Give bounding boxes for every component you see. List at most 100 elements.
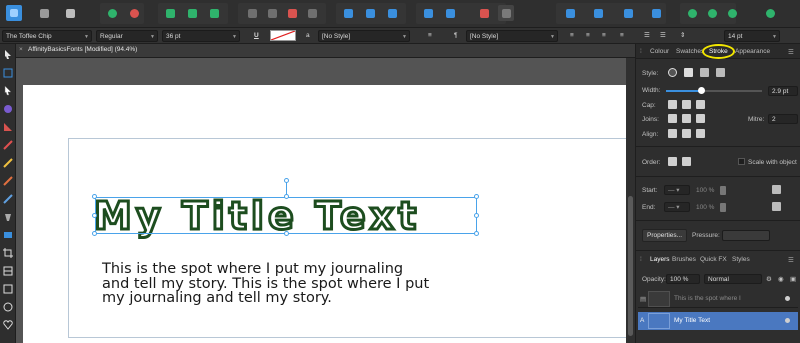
document-tab[interactable]: × AffinityBasicsFonts [Modified] (94.4%) <box>16 44 635 58</box>
resize-handle[interactable] <box>474 231 479 236</box>
resize-handle[interactable] <box>92 231 97 236</box>
leading-field[interactable]: 14 pt ▼ <box>724 30 780 42</box>
align-right-icon[interactable]: ≡ <box>602 30 606 42</box>
boolean-icon[interactable] <box>244 5 260 21</box>
pin-icon[interactable] <box>362 5 378 21</box>
rectangle-tool-icon[interactable] <box>3 284 13 294</box>
move-tool-icon[interactable] <box>3 50 13 60</box>
no-stroke-icon[interactable] <box>668 68 677 77</box>
gear-icon[interactable]: ⚙ <box>766 275 772 283</box>
align-center-stroke-icon[interactable] <box>668 129 677 138</box>
opacity-field[interactable]: 100 % <box>666 274 700 284</box>
layer-visibility-icon[interactable]: ◉ <box>778 275 784 283</box>
width-field[interactable]: 2.9 pt <box>768 86 798 96</box>
ungroup-icon[interactable] <box>442 5 458 21</box>
close-tab-icon[interactable]: × <box>19 46 23 53</box>
align-icon[interactable] <box>184 5 200 21</box>
comment-icon[interactable] <box>724 5 740 21</box>
transform-icon[interactable] <box>162 5 178 21</box>
pen-tool-icon[interactable] <box>3 104 13 114</box>
comment-icon[interactable] <box>684 5 700 21</box>
resize-handle[interactable] <box>92 213 97 218</box>
tab-quick-fx[interactable]: Quick FX <box>700 256 727 263</box>
pencil-tool-icon[interactable] <box>3 158 13 168</box>
table-icon[interactable] <box>304 5 320 21</box>
vertical-scrollbar[interactable] <box>626 58 635 343</box>
mitre-join-icon[interactable] <box>668 114 677 123</box>
table-tool-icon[interactable] <box>3 266 13 276</box>
round-cap-icon[interactable] <box>682 100 691 109</box>
character-style-select[interactable]: [No Style] ▼ <box>318 30 410 42</box>
object-icon[interactable] <box>562 5 578 21</box>
heart-shape-icon[interactable] <box>3 320 13 330</box>
node-tool-icon[interactable] <box>3 86 13 96</box>
end-arrowhead-select[interactable]: — ▾ <box>664 202 690 212</box>
panel-menu-icon[interactable]: ☰ <box>788 48 794 56</box>
fill-bucket-icon[interactable] <box>3 212 13 222</box>
affinity-publisher-logo[interactable] <box>6 5 22 21</box>
justify-icon[interactable]: ≡ <box>620 30 624 42</box>
object-icon[interactable] <box>648 5 664 21</box>
panel-grip-icon[interactable]: ⁞ <box>640 256 642 263</box>
canvas[interactable]: My Title Text This is the spot where I p… <box>16 58 626 343</box>
pressure-graph[interactable] <box>722 230 770 241</box>
font-family-select[interactable]: The Toffee Chip ▼ <box>2 30 92 42</box>
resize-handle[interactable] <box>284 194 289 199</box>
dashed-line-icon[interactable] <box>700 68 709 77</box>
place-image-icon[interactable] <box>3 230 13 240</box>
distribute-icon[interactable] <box>284 5 300 21</box>
numbering-icon[interactable]: ☰ <box>660 30 666 42</box>
object-icon[interactable] <box>620 5 636 21</box>
text-align-icon[interactable]: ≡ <box>428 30 432 42</box>
properties-button[interactable]: Properties... <box>642 229 688 242</box>
font-style-select[interactable]: Regular ▼ <box>96 30 158 42</box>
tab-layers[interactable]: Layers <box>650 256 670 263</box>
layer-visibility-dot[interactable] <box>785 296 790 301</box>
paragraph-style-select[interactable]: [No Style] ▼ <box>466 30 558 42</box>
frame-tool-icon[interactable] <box>3 68 13 78</box>
panel-menu-icon[interactable]: ☰ <box>788 256 794 264</box>
object-icon[interactable] <box>590 5 606 21</box>
font-size-field[interactable]: 36 pt ▼ <box>162 30 240 42</box>
mirror-icon[interactable] <box>340 5 356 21</box>
arrowhead-settings-icon[interactable] <box>772 202 781 211</box>
align-center-icon[interactable]: ≡ <box>586 30 590 42</box>
layer-row[interactable]: ▤ This is the spot where I <box>638 290 798 308</box>
stroke-front-icon[interactable] <box>682 157 691 166</box>
resize-handle[interactable] <box>474 194 479 199</box>
tab-appearance[interactable]: Appearance <box>735 48 770 55</box>
vector-brush-icon[interactable] <box>3 194 13 204</box>
tab-styles[interactable]: Styles <box>732 256 750 263</box>
underline-button[interactable]: U <box>254 30 259 42</box>
solid-line-icon[interactable] <box>684 68 693 77</box>
swap-arrowheads-icon[interactable] <box>772 185 781 194</box>
tab-brushes[interactable]: Brushes <box>672 256 696 263</box>
end-stepper-icon[interactable] <box>720 203 726 212</box>
account-icon[interactable] <box>762 5 778 21</box>
scroll-thumb[interactable] <box>628 196 633 336</box>
persona-export-icon[interactable] <box>62 5 78 21</box>
snapping-settings-icon[interactable] <box>126 5 142 21</box>
resize-handle[interactable] <box>474 213 479 218</box>
round-join-icon[interactable] <box>682 114 691 123</box>
blend-mode-select[interactable]: Normal <box>704 274 762 284</box>
start-stepper-icon[interactable] <box>720 186 726 195</box>
bullets-icon[interactable]: ☰ <box>644 30 650 42</box>
panel-grip-icon[interactable]: ⁞ <box>640 48 642 55</box>
mitre-field[interactable]: 2 <box>768 114 798 124</box>
fill-tool-icon[interactable] <box>3 122 13 132</box>
leading-icon[interactable]: ⇕ <box>680 30 685 42</box>
start-arrowhead-select[interactable]: — ▾ <box>664 185 690 195</box>
snapping-icon[interactable] <box>104 5 120 21</box>
bevel-join-icon[interactable] <box>696 114 705 123</box>
width-slider-knob[interactable] <box>697 87 705 94</box>
tab-colour[interactable]: Colour <box>650 48 669 55</box>
group-icon[interactable] <box>420 5 436 21</box>
resize-handle[interactable] <box>284 231 289 236</box>
align-outside-stroke-icon[interactable] <box>696 129 705 138</box>
scale-with-object-checkbox[interactable] <box>738 158 745 165</box>
text-fill-swatch[interactable] <box>270 30 296 41</box>
align-inside-stroke-icon[interactable] <box>682 129 691 138</box>
brush-stroke-icon[interactable] <box>716 68 725 77</box>
tab-swatches[interactable]: Swatches <box>676 48 704 55</box>
